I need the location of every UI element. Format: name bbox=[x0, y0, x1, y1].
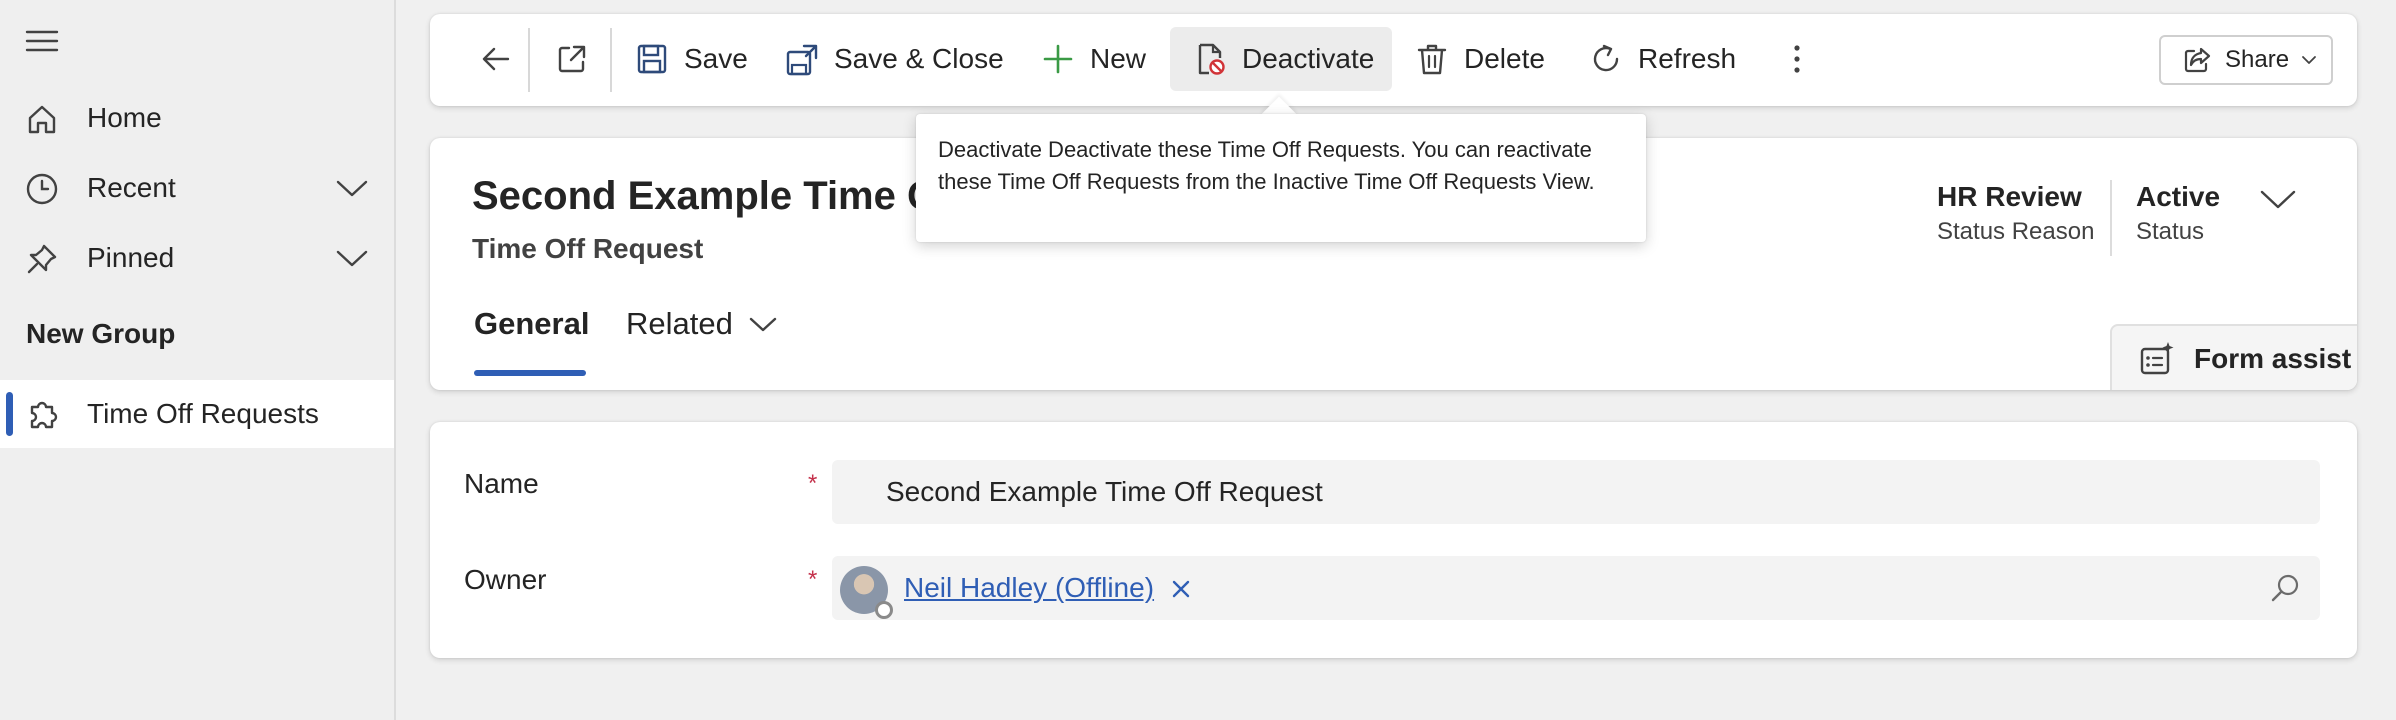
entity-name: Time Off Request bbox=[472, 233, 704, 264]
divider bbox=[528, 28, 530, 92]
sidebar-item-label: Recent bbox=[87, 172, 176, 203]
refresh-icon bbox=[1588, 41, 1624, 77]
owner-link[interactable]: Neil Hadley (Offline) bbox=[904, 572, 1154, 604]
more-commands-button[interactable] bbox=[1776, 27, 1818, 91]
header-field-status-reason[interactable]: HR Review Status Reason bbox=[1937, 180, 2094, 250]
header-field-status[interactable]: Active Status bbox=[2136, 180, 2220, 250]
share-label: Share bbox=[2225, 46, 2290, 73]
general-section: Name * Second Example Time Off Request O… bbox=[430, 422, 2357, 658]
command-bar: Save Save & Close New Deactivate Delete … bbox=[430, 14, 2357, 106]
more-vertical-icon bbox=[1794, 45, 1800, 73]
chevron-down-icon[interactable] bbox=[334, 244, 370, 272]
name-field-label: Name bbox=[464, 468, 539, 499]
search-icon[interactable] bbox=[2268, 572, 2302, 606]
new-label: New bbox=[1090, 43, 1147, 74]
tab-related[interactable]: Related bbox=[626, 306, 779, 342]
save-close-icon bbox=[784, 41, 820, 77]
form-assist-label: Form assist bbox=[2194, 343, 2352, 374]
header-expand-chevron-icon[interactable] bbox=[2258, 184, 2298, 214]
presence-status-icon bbox=[875, 601, 893, 619]
sidebar-item-pinned[interactable]: Pinned bbox=[0, 224, 394, 292]
puzzle-icon bbox=[24, 397, 60, 433]
form-assist-icon bbox=[2138, 340, 2176, 378]
open-in-new-window-button[interactable] bbox=[540, 27, 604, 91]
tab-general[interactable]: General bbox=[474, 306, 589, 342]
save-button[interactable]: Save bbox=[634, 27, 748, 91]
status-label: Status bbox=[2136, 218, 2205, 245]
delete-label: Delete bbox=[1464, 43, 1545, 74]
save-and-close-label: Save & Close bbox=[834, 43, 1004, 74]
owner-field-label: Owner bbox=[464, 564, 547, 595]
open-external-icon bbox=[558, 45, 586, 73]
required-indicator: * bbox=[808, 566, 818, 593]
delete-button[interactable]: Delete bbox=[1414, 27, 1545, 91]
clock-icon bbox=[24, 171, 60, 207]
chevron-down-icon bbox=[2301, 54, 2317, 66]
sidebar-item-label: Pinned bbox=[87, 242, 175, 273]
share-icon bbox=[2181, 44, 2213, 76]
chevron-down-icon bbox=[747, 312, 779, 336]
name-field-value[interactable]: Second Example Time Off Request bbox=[886, 476, 1323, 508]
save-and-close-button[interactable]: Save & Close bbox=[784, 27, 1004, 91]
pin-icon bbox=[24, 241, 60, 277]
divider bbox=[2110, 180, 2112, 256]
tab-related-label: Related bbox=[626, 306, 733, 341]
required-indicator: * bbox=[808, 470, 818, 497]
sidebar-group-label: New Group bbox=[26, 318, 176, 349]
chevron-down-icon[interactable] bbox=[334, 174, 370, 202]
sidebar-item-label: Home bbox=[87, 102, 162, 133]
selected-tab-indicator bbox=[474, 370, 586, 376]
status-value: Active bbox=[2136, 181, 2221, 212]
arrow-left-icon bbox=[482, 47, 510, 71]
save-label: Save bbox=[684, 43, 748, 74]
sidebar: Home Recent Pinned New Group Time Off Re… bbox=[0, 0, 396, 720]
sidebar-item-label: Time Off Requests bbox=[87, 398, 319, 429]
status-reason-value: HR Review bbox=[1937, 181, 2082, 212]
refresh-button[interactable]: Refresh bbox=[1588, 27, 1736, 91]
trash-icon bbox=[1414, 41, 1450, 77]
deactivate-button[interactable]: Deactivate bbox=[1170, 27, 1392, 91]
hamburger-menu-icon[interactable] bbox=[24, 24, 60, 58]
deactivate-label: Deactivate bbox=[1242, 43, 1375, 74]
plus-icon bbox=[1040, 41, 1076, 77]
sidebar-item-recent[interactable]: Recent bbox=[0, 154, 394, 222]
page-title: Second Example Time Of bbox=[472, 174, 952, 218]
close-icon[interactable] bbox=[1166, 574, 1196, 604]
refresh-label: Refresh bbox=[1638, 43, 1737, 74]
avatar bbox=[840, 566, 893, 619]
home-icon bbox=[24, 101, 60, 137]
deactivate-tooltip: Deactivate Deactivate these Time Off Req… bbox=[916, 114, 1646, 242]
deactivate-icon bbox=[1192, 41, 1228, 77]
save-icon bbox=[634, 41, 670, 77]
sidebar-item-home[interactable]: Home bbox=[0, 84, 394, 152]
share-button[interactable]: Share bbox=[2159, 35, 2333, 85]
back-button[interactable] bbox=[464, 27, 528, 91]
new-button[interactable]: New bbox=[1040, 27, 1146, 91]
divider bbox=[610, 28, 612, 92]
sidebar-item-time-off-requests[interactable]: Time Off Requests bbox=[0, 380, 394, 448]
status-reason-label: Status Reason bbox=[1937, 218, 2095, 245]
form-assist-button[interactable]: Form assist bbox=[2110, 324, 2357, 390]
